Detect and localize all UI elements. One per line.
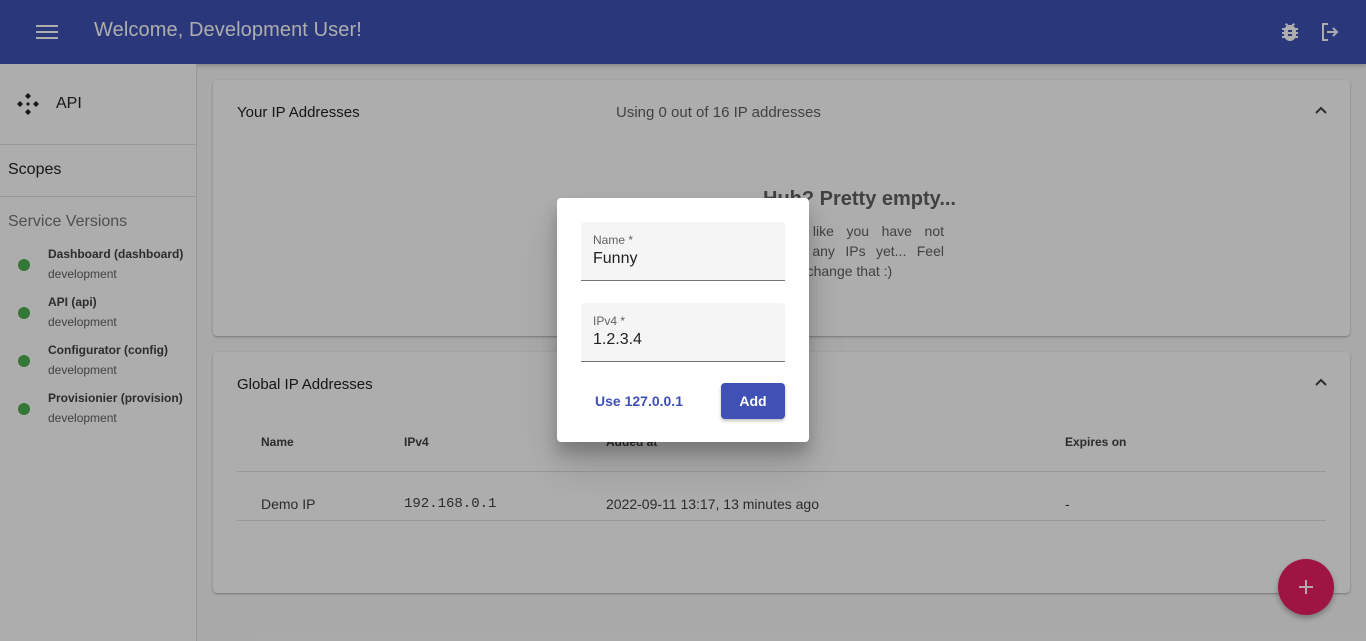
name-field-label: Name *	[593, 233, 634, 247]
ipv4-field-label: IPv4 *	[593, 314, 626, 328]
add-ip-dialog: Name * Funny IPv4 * 1.2.3.4 Use 127.0.0.…	[557, 198, 809, 442]
use-localhost-button[interactable]: Use 127.0.0.1	[581, 383, 697, 419]
ipv4-field[interactable]: IPv4 * 1.2.3.4	[581, 303, 785, 362]
name-field[interactable]: Name * Funny	[581, 222, 785, 281]
add-button[interactable]: Add	[721, 383, 785, 419]
ipv4-field-value: 1.2.3.4	[593, 331, 642, 348]
name-field-value: Funny	[593, 250, 638, 267]
